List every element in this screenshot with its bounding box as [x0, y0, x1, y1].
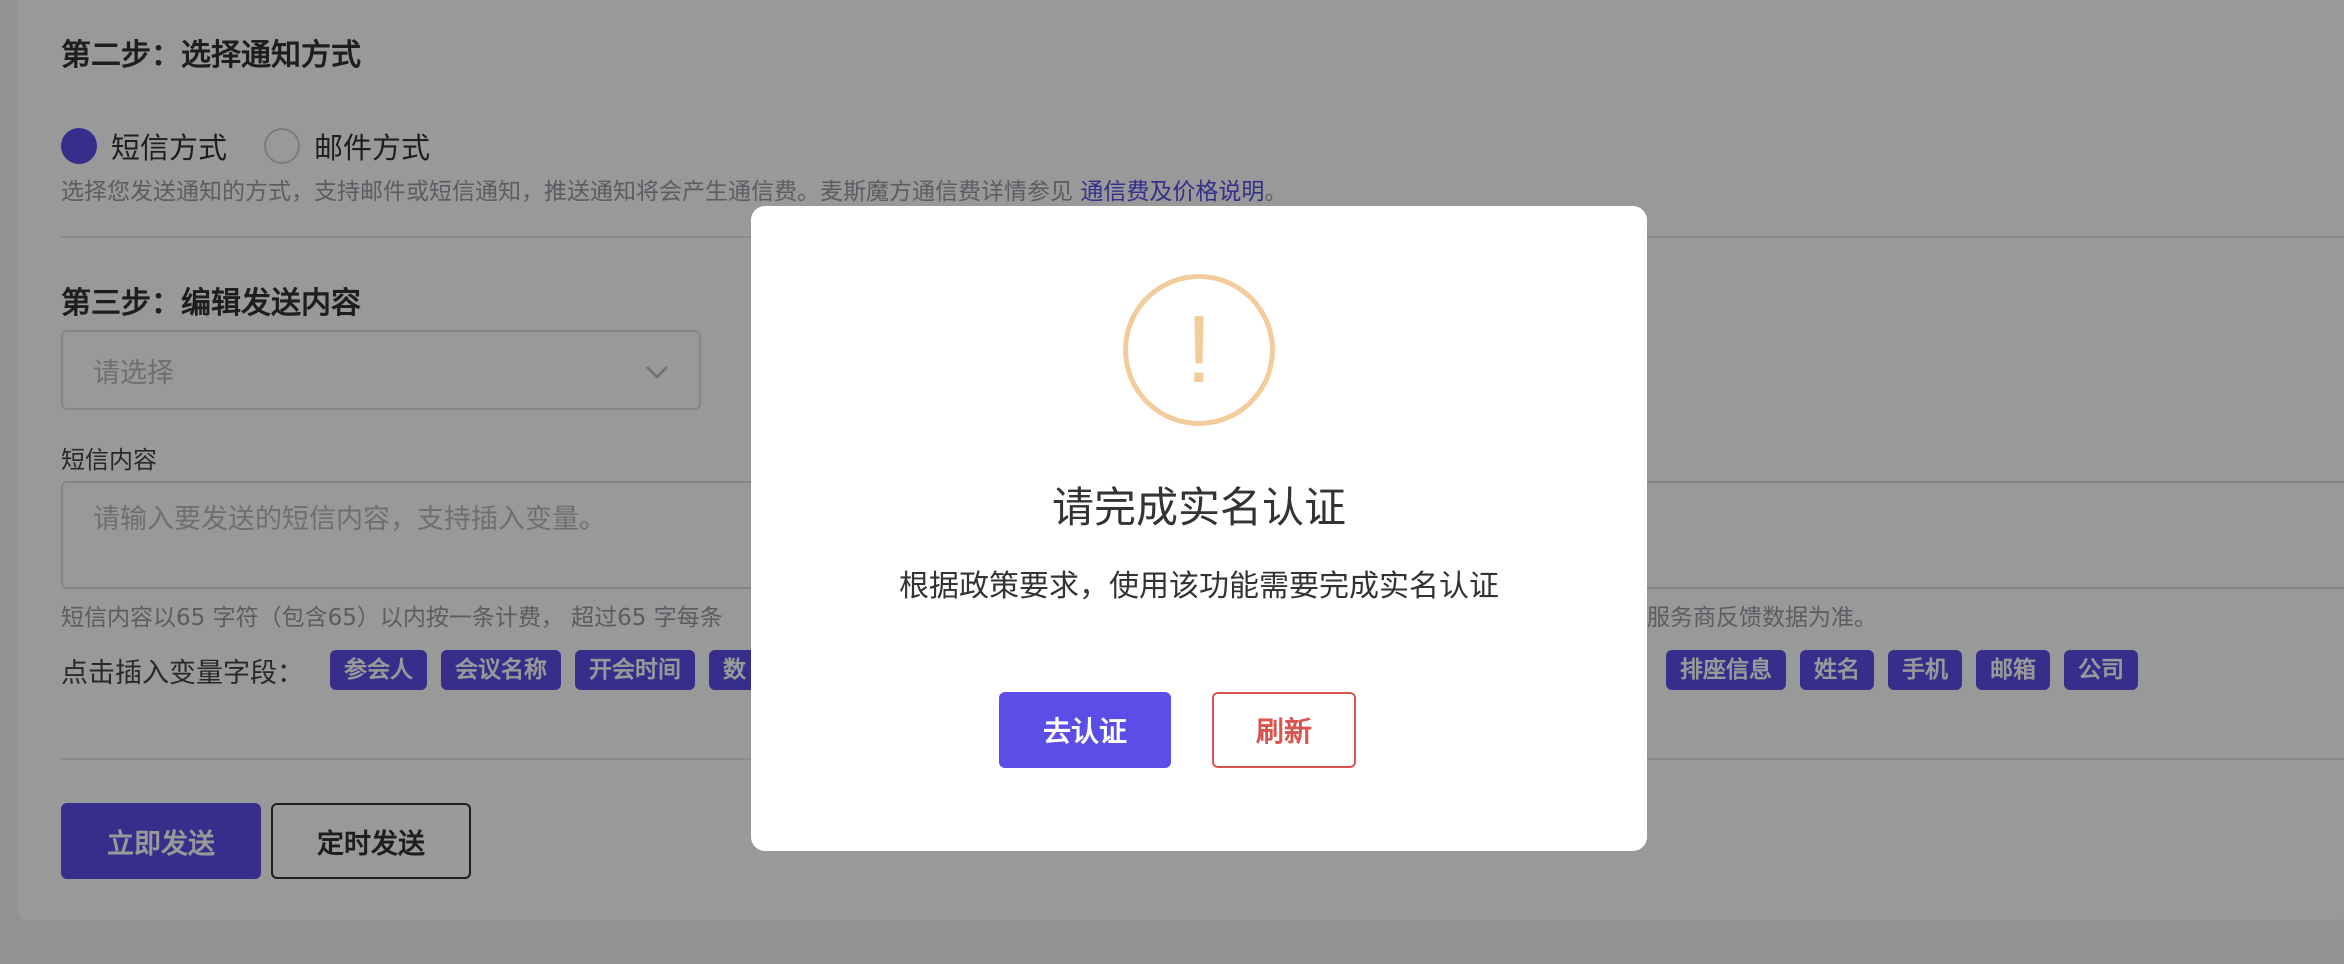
refresh-button[interactable]: 刷新 — [1212, 692, 1356, 768]
modal-description: 根据政策要求，使用该功能需要完成实名认证 — [899, 569, 1499, 604]
warning-icon: ! — [1123, 274, 1275, 426]
modal-title: 请完成实名认证 — [1051, 483, 1346, 532]
verify-button[interactable]: 去认证 — [999, 692, 1171, 768]
verification-modal: ! 请完成实名认证 根据政策要求，使用该功能需要完成实名认证 去认证 刷新 — [751, 206, 1647, 851]
